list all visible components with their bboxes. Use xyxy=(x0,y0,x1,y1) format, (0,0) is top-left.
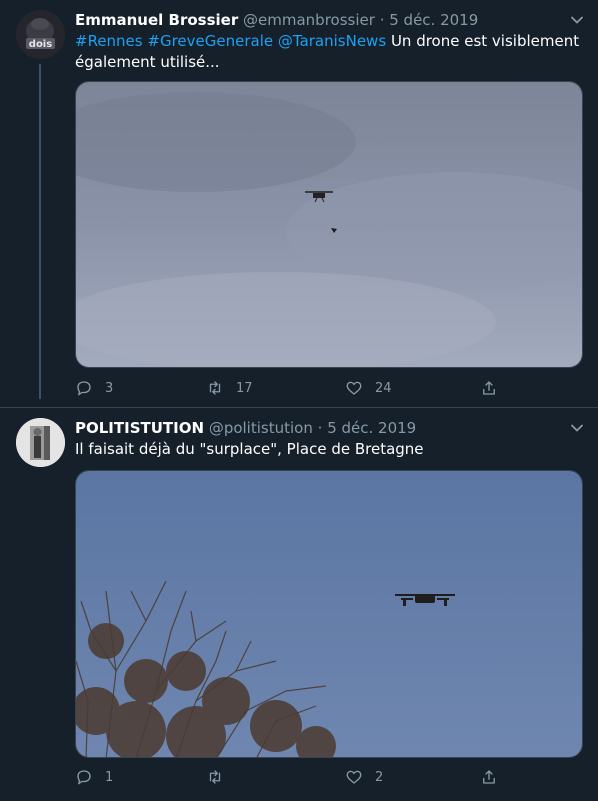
tweet-photo[interactable] xyxy=(75,81,583,368)
hashtag-link[interactable]: #GreveGenerale xyxy=(147,32,273,50)
tweet[interactable]: POLITISTUTION @politistution · 5 déc. 20… xyxy=(0,407,598,801)
reply-count: 3 xyxy=(105,380,114,396)
like-icon xyxy=(346,770,362,784)
hashtag-link[interactable]: #Rennes xyxy=(75,32,143,50)
avatar[interactable]: dois xyxy=(16,10,65,59)
like-count: 2 xyxy=(375,769,384,785)
reply-icon xyxy=(77,770,91,785)
separator: · xyxy=(317,419,323,437)
mention-link[interactable]: @TaranisNews xyxy=(278,32,386,50)
like-icon xyxy=(346,381,362,395)
tweet[interactable]: dois Emmanuel Brossier @emmanbrossier · … xyxy=(0,0,598,407)
author-name[interactable]: POLITISTUTION xyxy=(75,419,204,437)
tweet-actions: 1 2 xyxy=(75,767,505,787)
like-count: 24 xyxy=(375,380,392,396)
tweet-body: Il faisait déjà du "surplace", Place de … xyxy=(75,440,424,458)
author-handle[interactable]: @politistution xyxy=(209,419,313,437)
author-name[interactable]: Emmanuel Brossier xyxy=(75,11,238,29)
reply-button[interactable]: 1 xyxy=(75,767,113,787)
share-icon xyxy=(483,770,495,784)
reply-count: 1 xyxy=(105,769,114,785)
tweet-actions: 3 17 24 xyxy=(75,378,505,398)
tweet-date[interactable]: 5 déc. 2019 xyxy=(327,419,416,437)
tweet-photo[interactable] xyxy=(75,470,583,758)
tweet-text: Il faisait déjà du "surplace", Place de … xyxy=(75,439,582,460)
retweet-button[interactable]: 17 xyxy=(206,378,253,398)
retweet-icon xyxy=(209,381,221,395)
tweet-date[interactable]: 5 déc. 2019 xyxy=(389,11,478,29)
retweet-icon xyxy=(209,770,221,784)
chevron-down-icon[interactable] xyxy=(570,13,584,27)
tweet-text: #Rennes #GreveGenerale @TaranisNews Un d… xyxy=(75,31,582,73)
reply-button[interactable]: 3 xyxy=(75,378,113,398)
reply-icon xyxy=(77,381,91,396)
author-handle[interactable]: @emmanbrossier xyxy=(243,11,375,29)
share-icon xyxy=(483,381,495,395)
like-button[interactable]: 2 xyxy=(345,767,383,787)
thread-line xyxy=(39,64,41,399)
share-button[interactable] xyxy=(480,767,498,787)
share-button[interactable] xyxy=(480,378,498,398)
retweet-button[interactable] xyxy=(206,767,236,787)
chevron-down-icon[interactable] xyxy=(570,421,584,435)
avatar[interactable] xyxy=(16,418,65,467)
tweet-header: POLITISTUTION @politistution · 5 déc. 20… xyxy=(75,418,558,438)
tweet-header: Emmanuel Brossier @emmanbrossier · 5 déc… xyxy=(75,10,558,30)
like-button[interactable]: 24 xyxy=(345,378,392,398)
separator: · xyxy=(379,11,385,29)
svg-text:dois: dois xyxy=(29,39,52,50)
retweet-count: 17 xyxy=(236,380,253,396)
